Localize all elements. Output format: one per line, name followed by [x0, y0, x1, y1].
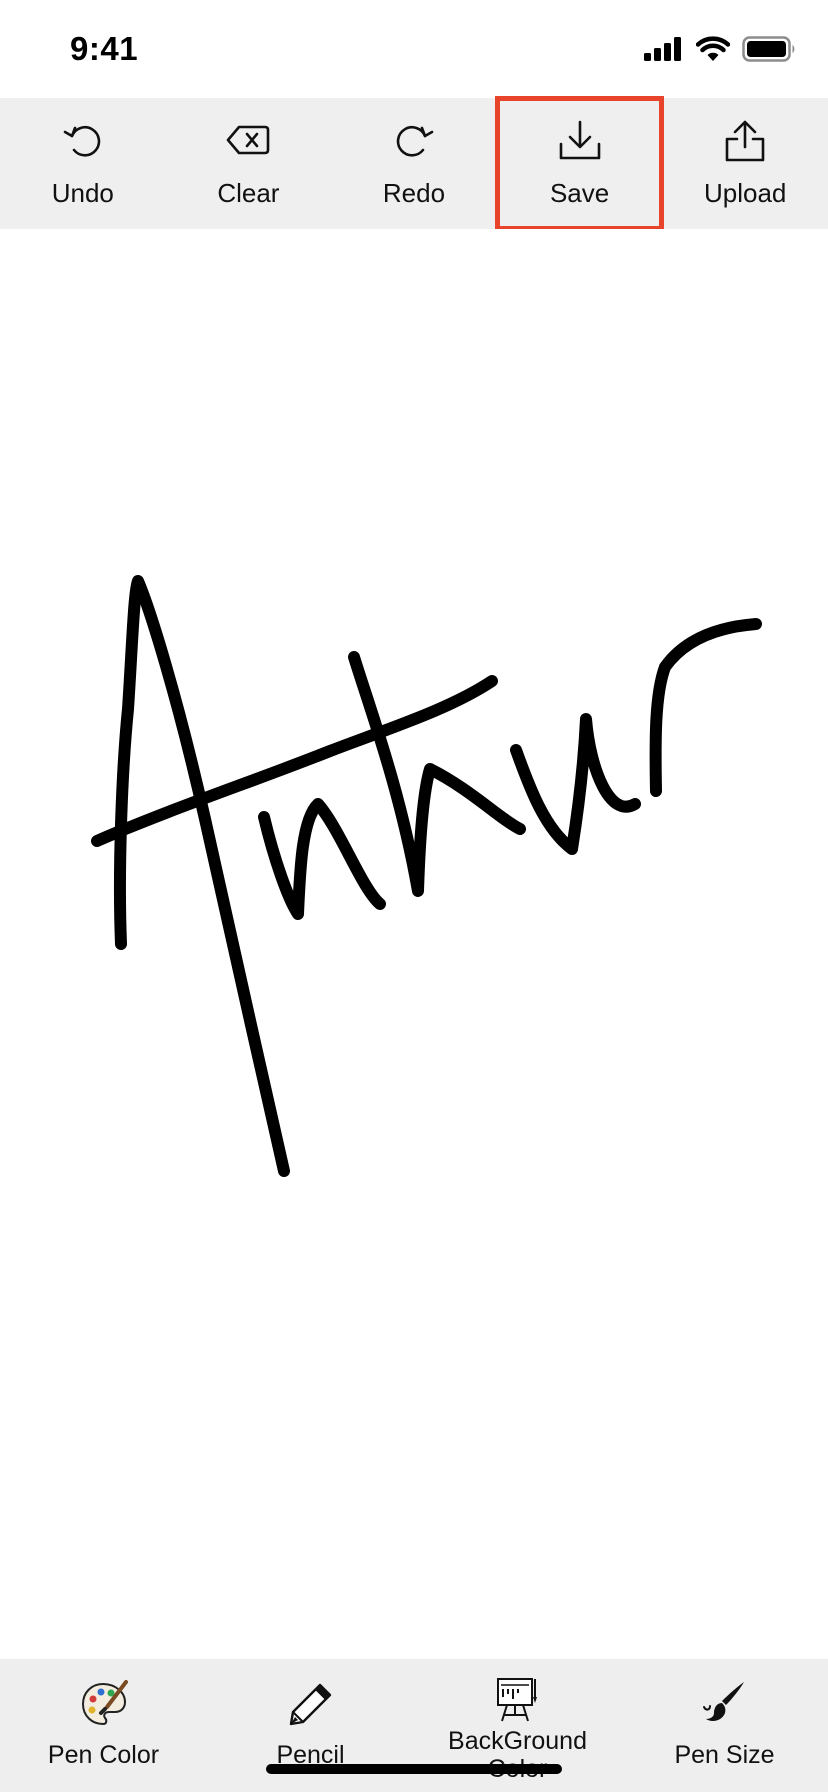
- status-icons: [644, 36, 796, 62]
- upload-button[interactable]: Upload: [662, 98, 828, 229]
- background-color-label: BackGround Color: [448, 1727, 587, 1783]
- pencil-icon: [289, 1683, 331, 1726]
- upload-label: Upload: [703, 178, 787, 208]
- clear-button[interactable]: Clear: [166, 98, 332, 229]
- pen-color-label: Pen Color: [47, 1741, 160, 1769]
- wifi-icon: [696, 36, 730, 61]
- drawing-canvas[interactable]: [0, 229, 828, 1659]
- undo-button[interactable]: Undo: [0, 98, 166, 229]
- signature-stroke-r: [649, 618, 762, 797]
- signature-drawing: [91, 575, 762, 1177]
- cellular-signal-icon: [644, 37, 681, 61]
- upload-icon: [725, 120, 765, 162]
- undo-label: Undo: [51, 178, 114, 208]
- brush-icon: [702, 1682, 744, 1721]
- signature-screen: 9:41 Undo Clear Redo Save Upload Pen Col…: [0, 0, 828, 1792]
- redo-label: Redo: [382, 178, 446, 208]
- save-download-icon: [559, 120, 600, 160]
- pen-size-button[interactable]: Pen Size: [621, 1659, 828, 1792]
- signature-stroke-n: [258, 798, 386, 920]
- redo-button[interactable]: Redo: [331, 98, 497, 229]
- save-button[interactable]: Save: [494, 96, 665, 231]
- top-toolbar: Undo Clear Redo Save Upload: [0, 96, 828, 231]
- palette-icon: [81, 1680, 128, 1726]
- clear-icon: [227, 125, 270, 155]
- signature-stroke-u: [510, 713, 641, 855]
- status-bar: 9:41: [0, 0, 828, 98]
- save-label: Save: [549, 178, 610, 208]
- undo-icon: [63, 126, 101, 157]
- status-time: 9:41: [70, 30, 139, 67]
- clear-label: Clear: [217, 178, 280, 208]
- pen-color-button[interactable]: Pen Color: [0, 1659, 207, 1792]
- battery-icon: [742, 36, 795, 62]
- redo-icon: [396, 126, 434, 157]
- signature-stroke-a: [113, 575, 290, 1177]
- easel-icon: [496, 1678, 537, 1722]
- signature-stroke-k: [348, 651, 526, 897]
- pen-size-label: Pen Size: [674, 1741, 775, 1769]
- signature-stroke-crossbar: [91, 675, 498, 847]
- home-indicator[interactable]: [266, 1764, 562, 1774]
